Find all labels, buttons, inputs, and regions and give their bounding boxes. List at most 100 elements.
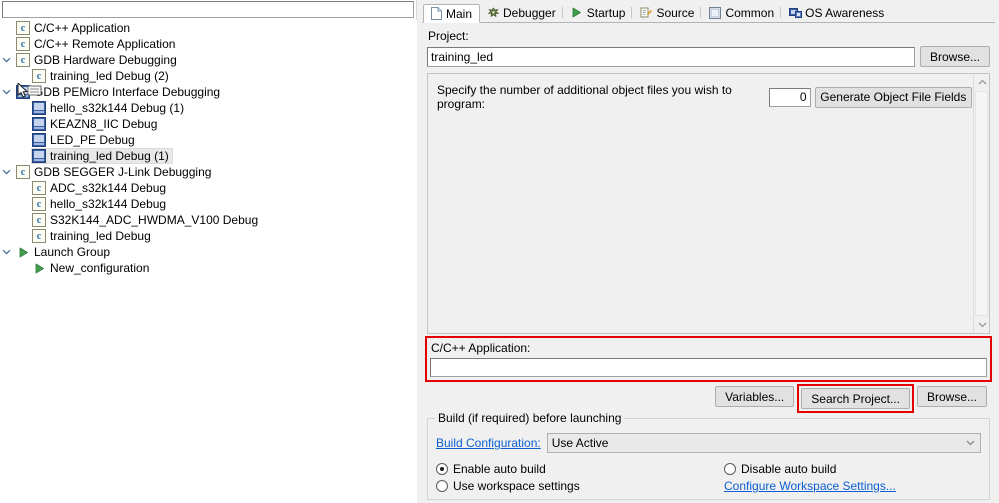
tree-item[interactable]: LED_PE Debug (0, 132, 417, 148)
browse-project-button[interactable]: Browse... (919, 46, 990, 67)
tree-item-label: Launch Group (34, 245, 111, 259)
chevron-down-icon[interactable] (0, 84, 13, 100)
tab-debugger[interactable]: Debugger (480, 3, 564, 22)
launch-configuration-dialog: C/C++ Application C/C++ Remote Applicatio… (0, 0, 999, 503)
tree-item[interactable]: KEAZN8_IIC Debug (0, 116, 417, 132)
chevron-down-icon[interactable] (0, 244, 13, 260)
tree-twisty-placeholder (0, 228, 13, 244)
build-configuration-select[interactable]: Use Active (546, 433, 981, 453)
launch-config-tree-pane: C/C++ Application C/C++ Remote Applicatio… (0, 0, 417, 503)
scroll-down-icon[interactable] (974, 317, 989, 333)
tree-twisty-placeholder (0, 148, 13, 164)
tab-label: Startup (586, 5, 626, 20)
pemicro-icon (16, 85, 30, 99)
object-files-count-input[interactable] (768, 87, 811, 107)
project-row: Browse... (427, 46, 990, 67)
tab-common[interactable]: Common (702, 3, 783, 22)
tree-item-label: training_led Debug (50, 229, 151, 243)
tree-item-content: C/C++ Remote Application (15, 36, 179, 52)
tree-item-label: C/C++ Remote Application (34, 37, 176, 51)
radio-use-workspace-settings[interactable]: Use workspace settings (436, 479, 724, 493)
radio-label: Disable auto build (741, 462, 837, 476)
launch-config-tree[interactable]: C/C++ Application C/C++ Remote Applicatio… (0, 20, 417, 503)
tree-item[interactable]: hello_s32k144 Debug (1) (0, 100, 417, 116)
tree-item-label: training_led Debug (2) (50, 69, 169, 83)
play-icon (32, 261, 46, 275)
filter-input[interactable] (2, 1, 414, 18)
radio-label: Use workspace settings (453, 479, 580, 493)
tree-item-label: GDB PEMicro Interface Debugging (34, 85, 221, 99)
tree-item-label: LED_PE Debug (50, 133, 135, 147)
tree-item[interactable]: Launch Group (0, 244, 417, 260)
tree-item-content: S32K144_ADC_HWDMA_V100 Debug (31, 212, 262, 228)
application-buttons-row: Variables... Search Project... Browse... (427, 384, 990, 413)
tab-label: OS Awareness (805, 5, 885, 20)
chevron-down-icon[interactable] (0, 52, 13, 68)
tree-item-content: KEAZN8_IIC Debug (31, 116, 161, 132)
tab-folder: Main Debugger Startup Source Common OS Awaren… (422, 3, 995, 500)
pemicro-icon (32, 101, 46, 115)
project-input[interactable] (427, 46, 915, 67)
build-before-launch-group: Build (if required) before launching Bui… (427, 411, 990, 500)
tree-item[interactable]: ADC_s32k144 Debug (0, 180, 417, 196)
pemicro-icon (32, 133, 46, 147)
build-configuration-link[interactable]: Build Configuration: (436, 436, 541, 450)
tree-item-content: LED_PE Debug (31, 132, 139, 148)
tree-twisty-placeholder (0, 132, 13, 148)
tab-os-awareness[interactable]: OS Awareness (782, 3, 893, 22)
c-launch-icon (32, 213, 46, 227)
c-launch-icon (16, 165, 30, 179)
scroll-up-icon[interactable] (974, 74, 989, 90)
main-tab-panel: Project: Browse... Specify the number of… (422, 23, 995, 500)
project-label: Project: (428, 29, 469, 43)
pemicro-icon (32, 117, 46, 131)
tree-item[interactable]: C/C++ Application (0, 20, 417, 36)
search-project-button[interactable]: Search Project... (801, 388, 910, 409)
c-launch-icon (32, 229, 46, 243)
tree-item-content: hello_s32k144 Debug (31, 196, 170, 212)
tree-item[interactable]: GDB SEGGER J-Link Debugging (0, 164, 417, 180)
chevron-down-icon (966, 434, 975, 452)
object-files-scrollbar[interactable] (973, 74, 989, 333)
tree-item[interactable]: S32K144_ADC_HWDMA_V100 Debug (0, 212, 417, 228)
c-launch-icon (32, 69, 46, 83)
browse-application-button[interactable]: Browse... (916, 386, 987, 407)
tree-item[interactable]: training_led Debug (0, 228, 417, 244)
tab-source[interactable]: Source (633, 3, 703, 22)
tab-startup[interactable]: Startup (563, 3, 634, 22)
tree-item[interactable]: training_led Debug (1) (0, 148, 417, 164)
tab-label: Common (725, 5, 775, 20)
tree-twisty-placeholder (0, 212, 13, 228)
generate-object-file-fields-button[interactable]: Generate Object File Fields (814, 86, 972, 108)
tree-item-content: training_led Debug (31, 228, 155, 244)
os-awareness-icon (788, 6, 802, 20)
tree-item[interactable]: GDB PEMicro Interface Debugging (0, 84, 417, 100)
tree-item[interactable]: New_configuration (0, 260, 417, 276)
tab-bar[interactable]: Main Debugger Startup Source Common OS Awaren… (422, 3, 995, 23)
tree-item-label: hello_s32k144 Debug (1) (50, 101, 185, 115)
radio-disable-auto-build[interactable]: Disable auto build (724, 462, 981, 476)
variables-button[interactable]: Variables... (715, 386, 795, 407)
tree-item-content: GDB SEGGER J-Link Debugging (15, 164, 215, 180)
chevron-down-icon[interactable] (0, 164, 13, 180)
tab-label: Source (656, 5, 695, 20)
tree-twisty-placeholder (0, 116, 13, 132)
scrollbar-thumb[interactable] (975, 91, 988, 316)
cpp-application-label: C/C++ Application: (431, 341, 531, 355)
cpp-application-input[interactable] (430, 358, 987, 377)
cpp-application-group: C/C++ Application: (425, 336, 992, 382)
tab-main[interactable]: Main (423, 4, 481, 23)
pemicro-icon (32, 149, 46, 163)
tree-twisty-placeholder (0, 68, 13, 84)
tree-item[interactable]: C/C++ Remote Application (0, 36, 417, 52)
c-launch-icon (32, 197, 46, 211)
tree-item[interactable]: GDB Hardware Debugging (0, 52, 417, 68)
tab-label: Debugger (503, 5, 556, 20)
configure-workspace-settings-link[interactable]: Configure Workspace Settings... (724, 479, 896, 493)
build-group-title: Build (if required) before launching (435, 411, 625, 425)
tree-item-content: hello_s32k144 Debug (1) (31, 100, 188, 116)
radio-enable-auto-build[interactable]: Enable auto build (436, 462, 724, 476)
tree-item-content: ADC_s32k144 Debug (31, 180, 170, 196)
tree-item[interactable]: hello_s32k144 Debug (0, 196, 417, 212)
tree-item[interactable]: training_led Debug (2) (0, 68, 417, 84)
